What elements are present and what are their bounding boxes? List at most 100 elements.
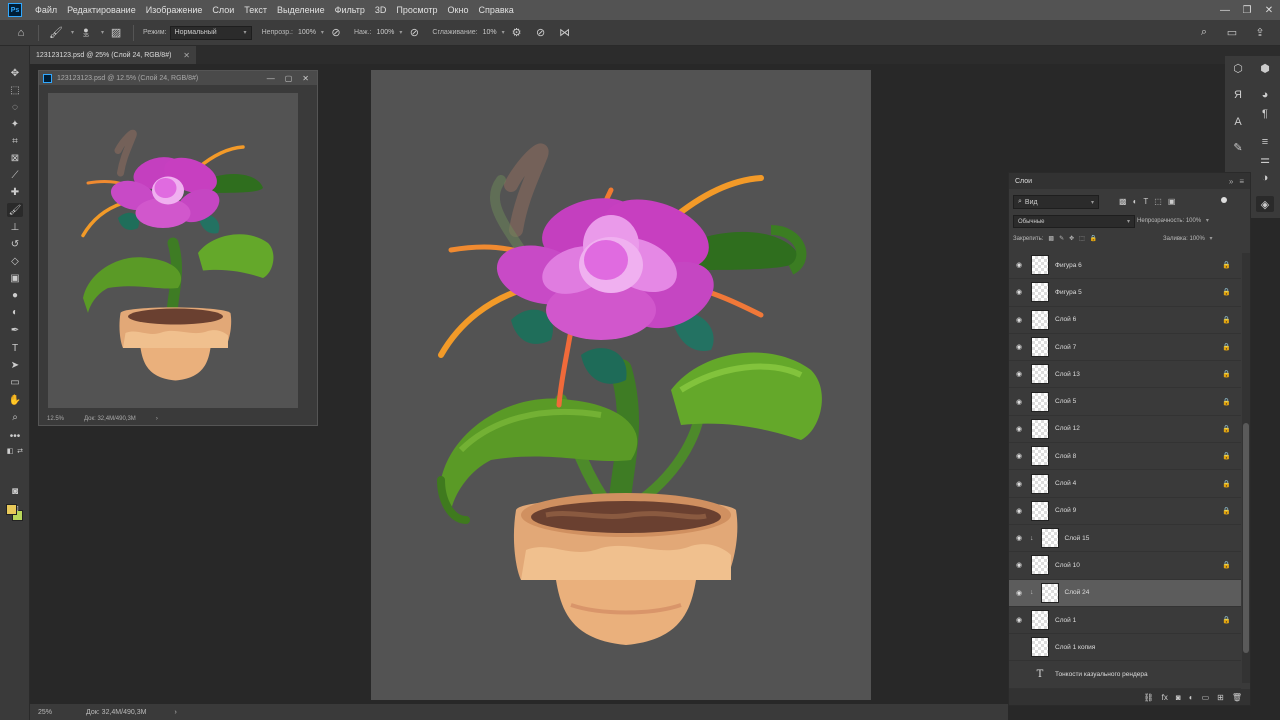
swap-colors-icon[interactable]: ⇄ [15,444,25,458]
airbrush-icon[interactable]: ⊘ [405,24,423,42]
smoothing-input[interactable]: 10% [481,29,499,36]
visibility-eye-icon[interactable]: ◉ [1014,561,1024,569]
lock-transparent-icon[interactable]: ▩ [1048,235,1054,242]
visibility-eye-icon[interactable]: ◉ [1014,589,1024,597]
pen-tool-icon[interactable]: ✒ [7,323,23,337]
add-mask-icon[interactable]: ◙ [1176,693,1181,702]
zoom-level[interactable]: 25% [38,709,52,716]
layer-thumbnail[interactable] [1031,309,1049,330]
layer-row[interactable]: ◉ Слой 10 🔒 [1009,552,1241,580]
lasso-tool-icon[interactable]: ◌ [7,100,23,114]
layer-row[interactable]: ◉ Слой 9 🔒 [1009,498,1241,525]
eyedropper-tool-icon[interactable]: ⟋ [7,168,23,182]
character-style-icon[interactable]: Я [1229,87,1247,103]
path-selection-tool-icon[interactable]: ➤ [7,358,23,372]
floating-window-canvas[interactable] [48,93,298,408]
brush-tool-icon[interactable]: 🖌 [7,203,23,217]
frame-tool-icon[interactable]: ⊠ [7,151,23,165]
workspace-icon[interactable]: ▭ [1223,23,1241,41]
layer-name[interactable]: Слой 1 [1055,617,1076,624]
adjustments-icon[interactable]: ≡ [1256,134,1274,150]
layer-name[interactable]: Фигура 6 [1055,262,1082,269]
main-canvas[interactable] [371,70,871,700]
layer-name[interactable]: Слой 15 [1065,535,1090,542]
layer-thumbnail[interactable] [1031,473,1049,494]
paragraph-icon[interactable]: ¶ [1256,106,1274,122]
layer-row[interactable]: ◉ ↓ Слой 24 [1009,579,1241,607]
brush-settings-panel-icon[interactable]: ✎ [1229,139,1247,155]
lock-all-icon[interactable]: 🔒 [1090,235,1097,242]
layer-thumbnail[interactable] [1031,391,1049,412]
filter-pixel-icon[interactable]: ▩ [1119,197,1127,206]
move-tool-icon[interactable]: ✥ [7,66,23,80]
dodge-tool-icon[interactable]: ◐ [7,305,23,319]
filter-toggle-icon[interactable] [1221,197,1227,203]
layer-name[interactable]: Слой 5 [1055,398,1076,405]
layer-row[interactable]: T Тонкости казуального рендера [1009,661,1241,689]
layer-thumbnail[interactable] [1031,446,1049,467]
share-icon[interactable]: ⇪ [1251,23,1269,41]
zoom-tool-icon[interactable]: ⌕ [7,410,23,424]
chevron-down-icon[interactable]: ▾ [71,29,74,36]
floating-document-window[interactable]: 123123123.psd @ 12.5% (Слой 24, RGB/8#) … [38,70,318,426]
minimize-icon[interactable]: — [1214,0,1236,20]
layer-thumbnail[interactable] [1040,582,1059,603]
visibility-eye-icon[interactable]: ◉ [1014,507,1024,515]
character-panel-icon[interactable]: A [1229,114,1247,130]
layer-thumbnail[interactable] [1031,500,1049,521]
menu-item[interactable]: Выделение [272,5,330,15]
filter-smart-object-icon[interactable]: ▣ [1168,197,1176,206]
menu-item[interactable]: Справка [473,5,518,15]
visibility-eye-icon[interactable]: ◉ [1014,616,1024,624]
lock-pixels-icon[interactable]: ✎ [1059,235,1064,242]
menu-item[interactable]: Слои [207,5,239,15]
swatches-panel-icon[interactable]: ⬢ [1256,60,1274,76]
chevron-down-icon[interactable]: ▾ [321,29,324,36]
collapse-icon[interactable]: » [1229,177,1233,186]
shape-tool-icon[interactable]: ▭ [7,375,23,389]
pressure-input[interactable]: 100% [374,29,396,36]
layer-thumbnail[interactable] [1031,555,1049,576]
layer-thumbnail[interactable] [1031,418,1049,439]
visibility-eye-icon[interactable]: ◉ [1014,343,1024,351]
trash-icon[interactable]: 🗑 [1232,693,1242,702]
type-tool-icon[interactable]: T [7,341,23,355]
3d-panel-icon[interactable]: ⬡ [1229,60,1247,76]
lock-artboard-icon[interactable]: ⬚ [1079,235,1085,242]
layer-row[interactable]: ◉ Фигура 5 🔒 [1009,279,1241,307]
chevron-down-icon[interactable]: ▾ [1206,218,1209,224]
layer-opacity-input[interactable]: 100% [1186,218,1201,224]
adjustment-layer-icon[interactable]: ◐ [1189,693,1194,702]
quick-mask-icon[interactable]: ◙ [7,484,23,498]
magic-wand-tool-icon[interactable]: ✦ [7,117,23,131]
floating-zoom-level[interactable]: 12.5% [47,416,64,422]
layer-name[interactable]: Слой 1 копия [1055,644,1095,651]
more-tools-icon[interactable]: ••• [7,429,23,443]
crop-tool-icon[interactable]: ⌗ [7,134,23,148]
layer-row[interactable]: ◉ Слой 1 🔒 [1009,607,1241,635]
foreground-color-swatch[interactable] [6,504,17,515]
lock-position-icon[interactable]: ✥ [1069,235,1074,242]
chevron-down-icon[interactable]: ▾ [101,29,104,36]
layer-filter-select[interactable]: ⌕ Вид ▾ [1013,195,1099,209]
visibility-eye-icon[interactable]: ◉ [1014,370,1024,378]
maximize-icon[interactable]: ❐ [1236,0,1258,20]
menu-item[interactable]: Окно [443,5,474,15]
visibility-eye-icon[interactable]: ◉ [1014,425,1024,433]
filter-adjustment-icon[interactable]: ◐ [1133,197,1138,206]
clone-stamp-tool-icon[interactable]: ⊥ [7,220,23,234]
default-colors-icon[interactable]: ◧ [5,444,15,458]
visibility-eye-icon[interactable]: ◉ [1014,261,1024,269]
layers-panel-title[interactable]: Слои [1015,178,1032,185]
menu-item[interactable]: Фильтр [330,5,370,15]
visibility-eye-icon[interactable]: ◉ [1014,316,1024,324]
layer-thumbnail[interactable] [1031,337,1049,358]
visibility-eye-icon[interactable]: ◉ [1014,288,1024,296]
floating-window-titlebar[interactable]: 123123123.psd @ 12.5% (Слой 24, RGB/8#) … [39,71,317,85]
layer-row[interactable]: ◉ Слой 8 🔒 [1009,443,1241,471]
layers-scrollbar[interactable] [1242,253,1250,683]
layer-name[interactable]: Слой 12 [1055,425,1080,432]
layer-style-icon[interactable]: fx [1162,693,1168,702]
menu-item[interactable]: 3D [370,5,392,15]
menu-item[interactable]: Файл [30,5,62,15]
